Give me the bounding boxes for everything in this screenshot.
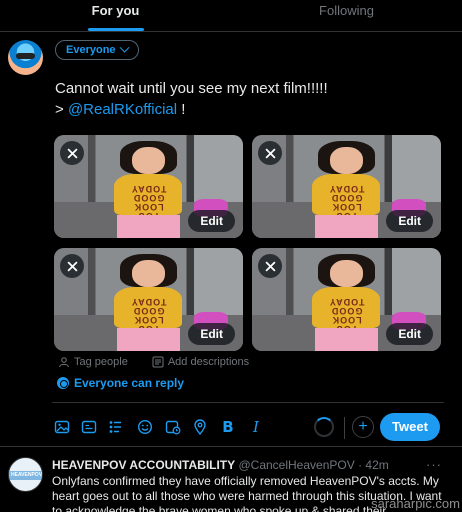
- reply-setting-button[interactable]: Everyone can reply: [57, 376, 184, 390]
- edit-media-button[interactable]: Edit: [386, 210, 433, 232]
- remove-media-button[interactable]: [258, 141, 282, 165]
- remove-media-button[interactable]: [258, 254, 282, 278]
- person-icon: [59, 357, 69, 368]
- globe-icon: [57, 377, 69, 389]
- schedule-icon[interactable]: [163, 417, 183, 437]
- add-descriptions-button[interactable]: Add descriptions: [152, 356, 249, 368]
- watermark-text: saraharpic.com: [371, 496, 460, 511]
- subject-skirt: [116, 214, 181, 238]
- tag-people-label: Tag people: [74, 356, 128, 368]
- media-attachment-3[interactable]: YOU LOOK GOOD TODAY Edit: [54, 248, 243, 351]
- avatar-logo-text: HEAVENPOV: [11, 472, 43, 478]
- post-author-name[interactable]: HEAVENPOV ACCOUNTABILITY: [52, 458, 235, 472]
- subject-face: [131, 146, 166, 175]
- character-count-ring: [314, 417, 334, 437]
- edit-media-button[interactable]: Edit: [386, 323, 433, 345]
- tweet-composer: Everyone Cannot wait until you see my ne…: [0, 32, 462, 445]
- gif-glyph: [81, 420, 97, 434]
- tweet-text-input[interactable]: Cannot wait until you see my next film!!…: [55, 78, 450, 120]
- gif-icon[interactable]: [79, 417, 99, 437]
- photo-subject: YOU LOOK GOOD TODAY: [111, 141, 187, 238]
- schedule-glyph: [165, 420, 181, 435]
- timeline-post[interactable]: HEAVENPOV HEAVENPOV ACCOUNTABILITY @Canc…: [0, 447, 462, 512]
- reply-setting-label: Everyone can reply: [74, 376, 185, 390]
- tweet-button[interactable]: Tweet: [380, 413, 440, 441]
- media-tools: Tag people Add descriptions: [58, 356, 249, 368]
- photo-subject: YOU LOOK GOOD TODAY: [309, 141, 385, 238]
- poll-icon[interactable]: [106, 417, 126, 437]
- tab-following[interactable]: Following: [231, 0, 462, 31]
- photo-subject: YOU LOOK GOOD TODAY: [309, 254, 385, 351]
- close-icon: [66, 147, 78, 159]
- subject-skirt: [314, 214, 379, 238]
- add-descriptions-label: Add descriptions: [167, 356, 250, 368]
- close-icon: [264, 147, 276, 159]
- bold-icon[interactable]: B: [218, 417, 238, 437]
- close-icon: [264, 260, 276, 272]
- avatar[interactable]: [8, 40, 43, 75]
- list-icon: [152, 356, 164, 368]
- photo-subject: YOU LOOK GOOD TODAY: [111, 254, 187, 351]
- edit-media-button[interactable]: Edit: [188, 323, 235, 345]
- media-attachment-4[interactable]: YOU LOOK GOOD TODAY Edit: [252, 248, 441, 351]
- audience-label: Everyone: [66, 44, 116, 56]
- tab-for-you[interactable]: For you: [0, 0, 231, 31]
- media-attachment-2[interactable]: YOU LOOK GOOD TODAY Edit: [252, 135, 441, 238]
- location-glyph: [194, 419, 206, 435]
- tweet-text-prefix: >: [55, 101, 68, 118]
- image-glyph: [54, 420, 70, 434]
- subject-face: [329, 146, 364, 175]
- mention-link[interactable]: @RealRKofficial: [68, 101, 177, 118]
- more-options-icon[interactable]: ···: [426, 457, 442, 472]
- composer-toolbar: B I + Tweet: [52, 413, 444, 441]
- subject-skirt: [116, 327, 181, 351]
- composer-divider: [52, 402, 444, 403]
- post-time[interactable]: · 42m: [358, 458, 389, 472]
- edit-media-button[interactable]: Edit: [188, 210, 235, 232]
- post-header: HEAVENPOV ACCOUNTABILITY @CancelHeavenPO…: [52, 458, 389, 472]
- tag-people-button[interactable]: Tag people: [58, 356, 128, 368]
- italic-icon[interactable]: I: [246, 417, 266, 437]
- image-icon[interactable]: [52, 417, 72, 437]
- add-thread-button[interactable]: +: [352, 416, 374, 438]
- emoji-glyph: [137, 419, 153, 435]
- media-attachment-1[interactable]: YOU LOOK GOOD TODAY Edit: [54, 135, 243, 238]
- close-icon: [66, 260, 78, 272]
- remove-media-button[interactable]: [60, 141, 84, 165]
- poll-glyph: [109, 421, 121, 433]
- avatar-sunglasses: [16, 53, 35, 59]
- audience-selector[interactable]: Everyone: [55, 40, 139, 60]
- chevron-down-icon: [119, 42, 129, 53]
- subject-face: [329, 259, 364, 288]
- tweet-text-suffix: !: [177, 101, 186, 118]
- location-icon[interactable]: [190, 417, 210, 437]
- subject-face: [131, 259, 166, 288]
- tweet-text-line1: Cannot wait until you see my next film!!…: [55, 80, 328, 97]
- remove-media-button[interactable]: [60, 254, 84, 278]
- post-author-handle[interactable]: @CancelHeavenPOV: [238, 458, 354, 472]
- post-avatar[interactable]: HEAVENPOV: [8, 457, 43, 492]
- timeline-tabs: For you Following: [0, 0, 462, 32]
- toolbar-separator: [344, 417, 345, 439]
- emoji-icon[interactable]: [135, 417, 155, 437]
- subject-skirt: [314, 327, 379, 351]
- tweet-text-line2: > @RealRKofficial !: [55, 99, 450, 120]
